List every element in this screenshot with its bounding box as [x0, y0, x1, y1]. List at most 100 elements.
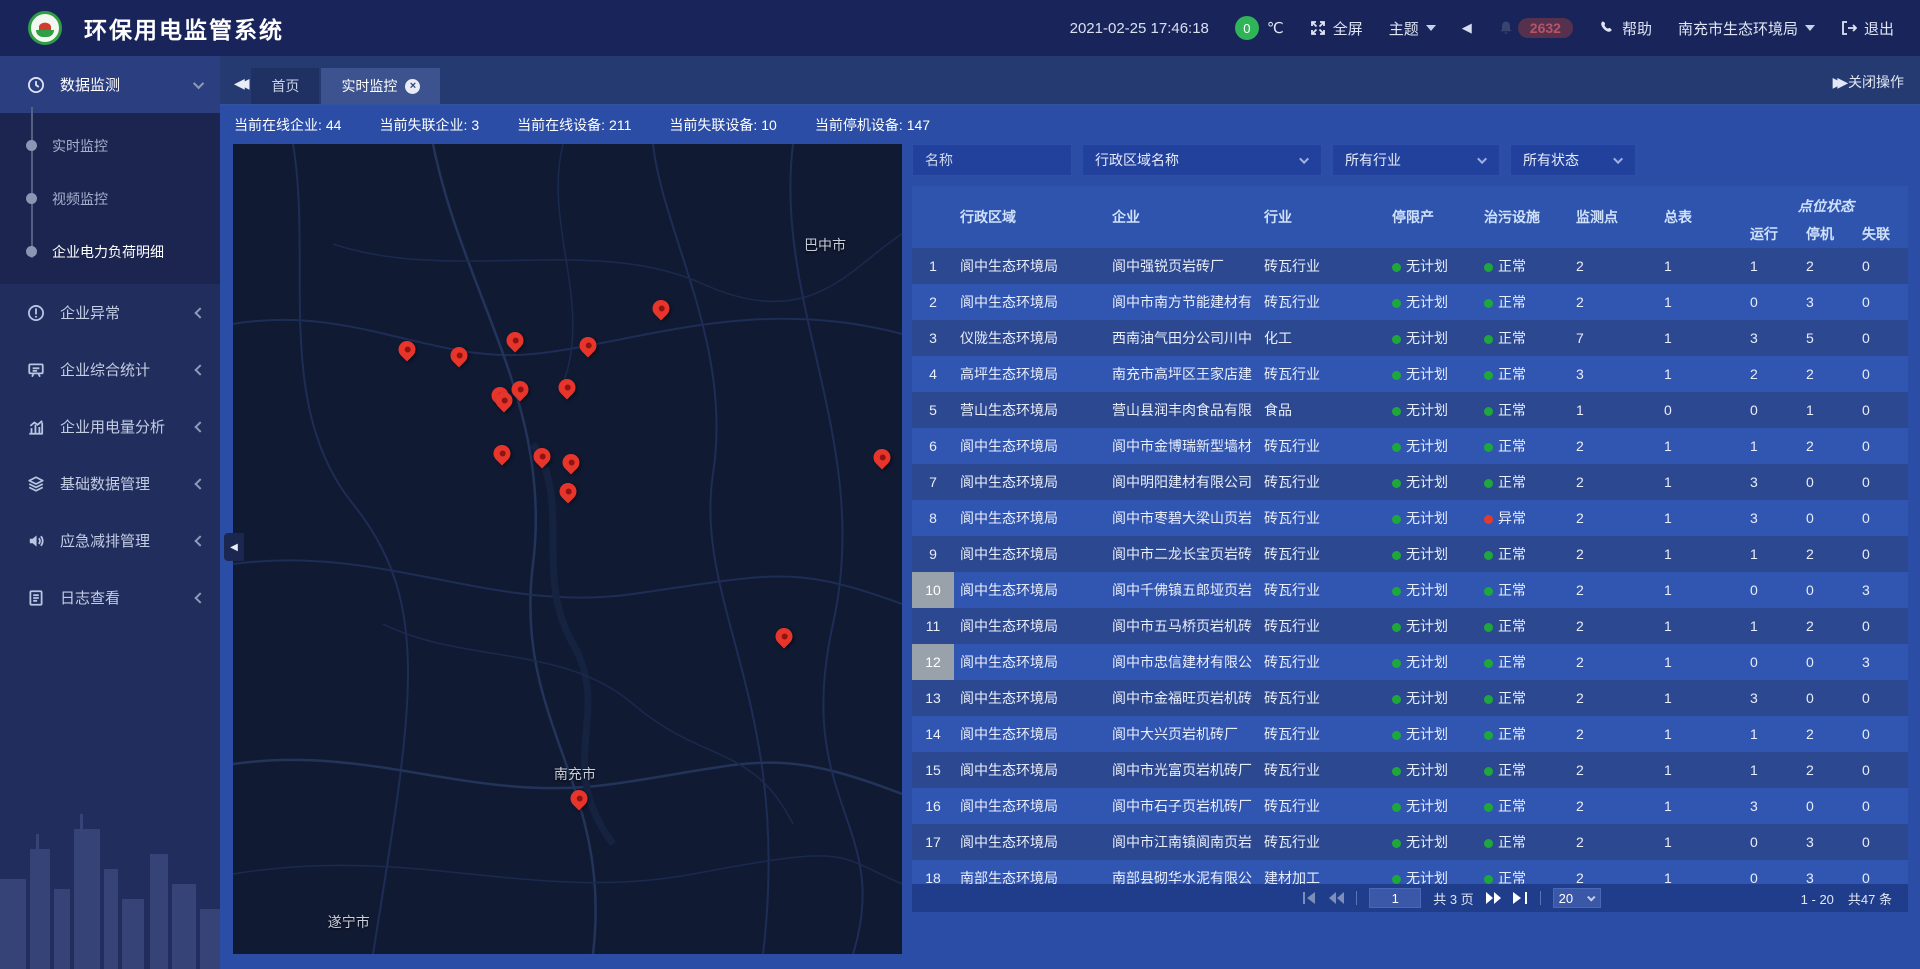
table-row[interactable]: 6 阆中生态环境局 阆中市金博瑞新型墙材 砖瓦行业 无计划 正常 2 1 1 2 [912, 428, 1908, 464]
cell-facility: 正常 [1478, 428, 1570, 464]
map-panel[interactable]: 巴中市南充市遂宁市 [233, 144, 902, 954]
chevron-down-icon [1613, 154, 1623, 164]
prev-page-icon[interactable] [1329, 892, 1344, 904]
table-header: 行政区域 企业 行业 停限产 治污设施 监测点 总表 点位状态 运行 [912, 186, 1908, 248]
tab-realtime-monitor[interactable]: 实时监控 × [321, 68, 440, 104]
cell-lost: 3 [1856, 644, 1908, 680]
cell-lost: 0 [1856, 500, 1908, 536]
close-operations-button[interactable]: ▶▶ 关闭操作 [1833, 72, 1920, 104]
table-row[interactable]: 11 阆中生态环境局 阆中市五马桥页岩机砖 砖瓦行业 无计划 正常 2 1 1 … [912, 608, 1908, 644]
cell-limit: 无计划 [1386, 392, 1478, 428]
page-number-input[interactable] [1369, 888, 1421, 908]
stat-lost-enterprises: 当前失联企业:3 [379, 115, 479, 135]
table-row[interactable]: 1 阆中生态环境局 阆中强锐页岩砖厂 砖瓦行业 无计划 正常 2 1 1 2 0 [912, 248, 1908, 284]
stat-lost-devices: 当前失联设备:10 [669, 115, 776, 135]
cell-facility: 正常 [1478, 572, 1570, 608]
col-industry: 行业 [1258, 186, 1386, 248]
chevron-down-icon [1299, 154, 1309, 164]
region-filter-select[interactable]: 行政区域名称 [1082, 144, 1322, 176]
cell-stop: 2 [1800, 716, 1856, 752]
cell-index: 17 [912, 824, 954, 860]
close-tab-icon[interactable]: × [405, 79, 420, 94]
cell-lost: 0 [1856, 464, 1908, 500]
cell-lost: 0 [1856, 248, 1908, 284]
sidebar-item-realtime-monitor[interactable]: 实时监控 [0, 119, 220, 172]
table-row[interactable]: 4 高坪生态环境局 南充市高坪区王家店建 砖瓦行业 无计划 正常 3 1 2 2 [912, 356, 1908, 392]
cell-run: 1 [1744, 608, 1800, 644]
table-row[interactable]: 17 阆中生态环境局 阆中市江南镇阆南页岩 砖瓦行业 无计划 正常 2 1 0 … [912, 824, 1908, 860]
sidebar-item-emergency-reduction[interactable]: 应急减排管理 [0, 512, 220, 569]
sidebar-item-log-view[interactable]: 日志查看 [0, 569, 220, 626]
cell-industry: 砖瓦行业 [1258, 428, 1386, 464]
table-row[interactable]: 15 阆中生态环境局 阆中市光富页岩机砖厂 砖瓦行业 无计划 正常 2 1 1 … [912, 752, 1908, 788]
table-row[interactable]: 14 阆中生态环境局 阆中大兴页岩机砖厂 砖瓦行业 无计划 正常 2 1 1 2 [912, 716, 1908, 752]
cell-run: 0 [1744, 572, 1800, 608]
next-page-icon[interactable] [1486, 892, 1501, 904]
table-row[interactable]: 18 南部生态环境局 南部县砌华水泥有限公 建材加工 无计划 正常 2 1 0 … [912, 860, 1908, 884]
status-dot [1484, 875, 1493, 884]
status-dot [1484, 587, 1493, 596]
cell-monitor: 2 [1570, 860, 1658, 884]
name-filter-input[interactable] [912, 144, 1072, 176]
sidebar-item-base-data[interactable]: 基础数据管理 [0, 455, 220, 512]
cell-region: 高坪生态环境局 [954, 356, 1106, 392]
sidebar-item-video-monitor[interactable]: 视频监控 [0, 172, 220, 225]
tab-home[interactable]: 首页 [251, 68, 319, 104]
sidebar-item-power-analysis[interactable]: 企业用电量分析 [0, 398, 220, 455]
cell-run: 0 [1744, 284, 1800, 320]
sidebar-item-enterprise-abnormal[interactable]: 企业异常 [0, 284, 220, 341]
table-row[interactable]: 13 阆中生态环境局 阆中市金福旺页岩机砖 砖瓦行业 无计划 正常 2 1 3 … [912, 680, 1908, 716]
cell-limit: 无计划 [1386, 428, 1478, 464]
table-row[interactable]: 8 阆中生态环境局 阆中市枣碧大梁山页岩 砖瓦行业 无计划 异常 2 1 3 0 [912, 500, 1908, 536]
cell-company: 阆中市光富页岩机砖厂 [1106, 752, 1258, 788]
table-row[interactable]: 9 阆中生态环境局 阆中市二龙长宝页岩砖 砖瓦行业 无计划 正常 2 1 1 2 [912, 536, 1908, 572]
col-meter: 总表 [1658, 186, 1744, 248]
industry-filter-select[interactable]: 所有行业 [1332, 144, 1500, 176]
first-page-icon[interactable] [1302, 892, 1317, 904]
theme-dropdown[interactable]: 主题 [1389, 18, 1436, 39]
layers-icon [26, 474, 46, 494]
cell-run: 0 [1744, 824, 1800, 860]
table-row[interactable]: 5 营山生态环境局 营山县润丰肉食品有限 食品 无计划 正常 1 0 0 1 0 [912, 392, 1908, 428]
last-page-icon[interactable] [1513, 892, 1528, 904]
cell-facility: 正常 [1478, 464, 1570, 500]
table-row[interactable]: 16 阆中生态环境局 阆中市石子页岩机砖厂 砖瓦行业 无计划 正常 2 1 3 … [912, 788, 1908, 824]
cell-run: 3 [1744, 464, 1800, 500]
bar-chart-icon [26, 417, 46, 437]
tabs-scroll-left-icon[interactable]: ◀◀ [220, 75, 251, 104]
cell-industry: 砖瓦行业 [1258, 608, 1386, 644]
table-row[interactable]: 7 阆中生态环境局 阆中明阳建材有限公司 砖瓦行业 无计划 正常 2 1 3 0 [912, 464, 1908, 500]
cell-company: 阆中大兴页岩机砖厂 [1106, 716, 1258, 752]
cell-index: 9 [912, 536, 954, 572]
cell-index: 7 [912, 464, 954, 500]
table-row[interactable]: 2 阆中生态环境局 阆中市南方节能建材有 砖瓦行业 无计划 正常 2 1 0 3 [912, 284, 1908, 320]
table-row[interactable]: 3 仪陇生态环境局 西南油气田分公司川中 化工 无计划 正常 7 1 3 5 0 [912, 320, 1908, 356]
cell-stop: 0 [1800, 788, 1856, 824]
cell-run: 0 [1744, 644, 1800, 680]
sidebar-item-enterprise-statistics[interactable]: 企业综合统计 [0, 341, 220, 398]
sidebar-item-data-monitor[interactable]: 数据监测 [0, 56, 220, 113]
status-filter-select[interactable]: 所有状态 [1510, 144, 1636, 176]
page-size-select[interactable]: 20 [1553, 888, 1601, 908]
notifications-button[interactable]: 2632 [1498, 18, 1573, 38]
cell-stop: 3 [1800, 824, 1856, 860]
fullscreen-button[interactable]: 全屏 [1310, 18, 1363, 39]
cell-stop: 3 [1800, 284, 1856, 320]
help-button[interactable]: 帮助 [1599, 18, 1652, 39]
table-row[interactable]: 10 阆中生态环境局 阆中千佛镇五郎垭页岩 砖瓦行业 无计划 正常 2 1 0 … [912, 572, 1908, 608]
collapse-map-handle[interactable]: ◀ [224, 533, 244, 561]
phone-icon [1599, 20, 1615, 36]
cell-facility: 正常 [1478, 536, 1570, 572]
logout-button[interactable]: 退出 [1841, 18, 1894, 39]
cell-industry: 食品 [1258, 392, 1386, 428]
caret-down-icon [1426, 25, 1436, 31]
cell-industry: 砖瓦行业 [1258, 788, 1386, 824]
cell-lost: 0 [1856, 284, 1908, 320]
sidebar-item-power-load-detail[interactable]: 企业电力负荷明细 [0, 225, 220, 278]
cell-company: 阆中市金福旺页岩机砖 [1106, 680, 1258, 716]
org-dropdown[interactable]: 南充市生态环境局 [1678, 18, 1815, 39]
mute-speaker-icon[interactable]: ◀ [1462, 20, 1472, 36]
table-row[interactable]: 12 阆中生态环境局 阆中市忠信建材有限公 砖瓦行业 无计划 正常 2 1 0 … [912, 644, 1908, 680]
cell-facility: 正常 [1478, 824, 1570, 860]
app-window: 环保用电监管系统 2021-02-25 17:46:18 0 ℃ 全屏 主题 ◀ [0, 0, 1920, 969]
